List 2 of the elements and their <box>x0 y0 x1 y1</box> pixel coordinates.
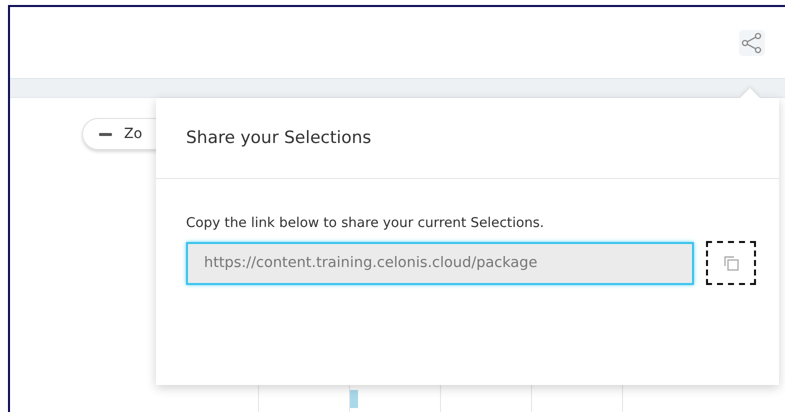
link-field[interactable]: https://content.training.celonis.cloud/package <box>186 242 694 284</box>
popover-description: Copy the link below to share your current Selections. <box>186 215 546 231</box>
